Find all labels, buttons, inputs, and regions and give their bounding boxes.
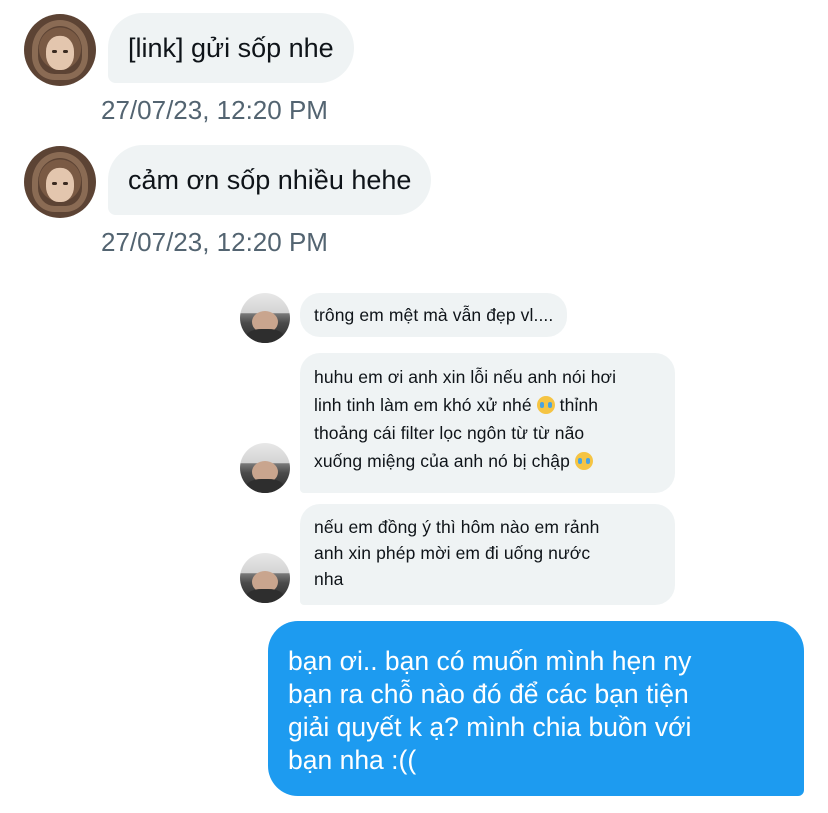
message-text: cảm ơn sốp nhiều hehe	[128, 165, 412, 195]
quoted-sender-avatar	[240, 443, 290, 493]
crying-face-icon	[574, 452, 593, 470]
crying-face-icon	[536, 396, 555, 414]
outgoing-message-line: bạn ơi.. bạn có muốn mình hẹn ny	[288, 646, 692, 676]
outgoing-message-line: bạn ra chỗ nào đó để các bạn tiện	[288, 679, 689, 709]
quoted-message-text: trông em mệt mà vẫn đẹp vl....	[314, 305, 554, 325]
sender-avatar[interactable]	[24, 14, 96, 86]
quoted-sender-avatar	[240, 293, 290, 343]
sender-avatar[interactable]	[24, 146, 96, 218]
quoted-message-line-row: xuống miệng của anh nó bị chập	[314, 447, 661, 475]
avatar-eye	[52, 182, 57, 185]
avatar-eye	[63, 50, 68, 53]
outgoing-message-line: bạn nha :((	[288, 745, 417, 775]
incoming-message-bubble[interactable]: [link] gửi sốp nhe	[108, 13, 354, 83]
quoted-message-bubble: huhu em ơi anh xin lỗi nếu anh nói hơi l…	[300, 353, 675, 493]
avatar-shirt-shape	[246, 329, 284, 343]
outgoing-message-bubble[interactable]: bạn ơi.. bạn có muốn mình hẹn ny bạn ra …	[268, 621, 804, 796]
avatar-eye	[52, 50, 57, 53]
avatar-shirt-shape	[246, 589, 284, 603]
avatar-face-shape	[46, 168, 74, 202]
quoted-message-line: thỉnh	[559, 395, 599, 415]
outgoing-message-line: giải quyết k ạ? mình chia buồn với	[288, 712, 692, 742]
quoted-message-line: thoảng cái filter lọc ngôn từ từ não	[314, 423, 585, 443]
quoted-message-bubble: nếu em đồng ý thì hôm nào em rảnh anh xi…	[300, 504, 675, 605]
quoted-message-line: linh tinh làm em khó xử nhé	[314, 395, 532, 415]
message-text: [link] gửi sốp nhe	[128, 33, 334, 63]
message-timestamp: 27/07/23, 12:20 PM	[101, 227, 328, 257]
quoted-sender-avatar	[240, 553, 290, 603]
avatar-face-shape	[46, 36, 74, 70]
avatar-eye	[63, 182, 68, 185]
incoming-message-bubble[interactable]: cảm ơn sốp nhiều hehe	[108, 145, 432, 215]
quoted-message-line: anh xin phép mời em đi uống nước	[314, 543, 591, 563]
quoted-message-line-row: linh tinh làm em khó xử nhé thỉnh	[314, 391, 661, 419]
quoted-message-line: nha	[314, 569, 344, 589]
message-timestamp: 27/07/23, 12:20 PM	[101, 95, 328, 125]
quoted-message-bubble: trông em mệt mà vẫn đẹp vl....	[300, 293, 568, 337]
quoted-message-line: xuống miệng của anh nó bị chập	[314, 451, 570, 471]
quoted-message-line: huhu em ơi anh xin lỗi nếu anh nói hơi	[314, 367, 617, 387]
quoted-message-line: nếu em đồng ý thì hôm nào em rảnh	[314, 517, 600, 537]
avatar-shirt-shape	[246, 479, 284, 493]
